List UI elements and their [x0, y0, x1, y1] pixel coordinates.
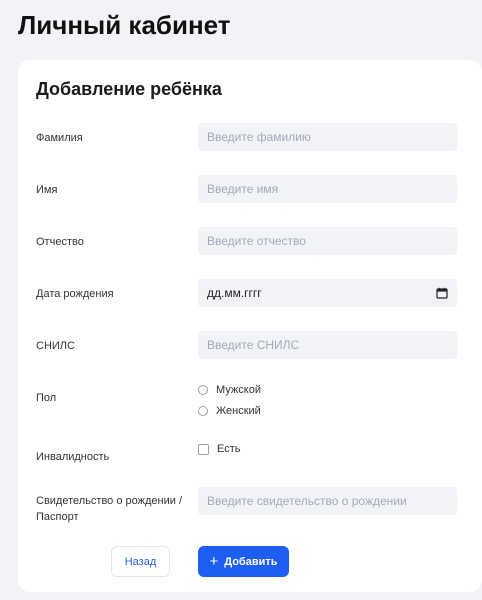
radio-button[interactable] — [198, 385, 208, 395]
back-button[interactable]: Назад — [111, 546, 170, 577]
snils-placeholder: Введите СНИЛС — [207, 338, 300, 352]
add-button[interactable]: + Добавить — [198, 546, 289, 577]
form-title: Добавление ребёнка — [36, 79, 222, 99]
gender-male-label: Мужской — [216, 384, 261, 396]
surname-placeholder: Введите фамилию — [207, 130, 311, 144]
gender-male-option[interactable]: Мужской — [198, 384, 261, 396]
surname-input[interactable]: Введите фамилию — [198, 123, 457, 151]
add-button-label: Добавить — [224, 555, 278, 568]
page-title: Личный кабинет — [18, 10, 231, 40]
surname-label: Фамилия — [36, 132, 83, 144]
calendar-icon[interactable] — [436, 287, 448, 299]
disability-option-label: Есть — [217, 443, 241, 455]
document-placeholder: Введите свидетельство о рождении — [207, 494, 407, 508]
birthdate-input[interactable]: дд.мм.гггг — [198, 279, 457, 307]
name-label: Имя — [36, 184, 58, 196]
snils-input[interactable]: Введите СНИЛС — [198, 331, 457, 359]
name-input[interactable]: Введите имя — [198, 175, 457, 203]
patronymic-label: Отчество — [36, 236, 84, 248]
birthdate-value: дд.мм.гггг — [207, 286, 262, 300]
back-button-label: Назад — [124, 555, 157, 568]
plus-icon: + — [209, 553, 219, 570]
disability-label: Инвалидность — [36, 451, 110, 463]
patronymic-placeholder: Введите отчество — [207, 234, 306, 248]
gender-female-option[interactable]: Женский — [198, 405, 261, 417]
patronymic-input[interactable]: Введите отчество — [198, 227, 457, 255]
gender-label: Пол — [36, 392, 57, 404]
name-placeholder: Введите имя — [207, 182, 279, 196]
gender-female-label: Женский — [216, 405, 261, 417]
document-label: Свидетельство о рождении / Паспорт — [36, 495, 183, 523]
radio-button[interactable] — [198, 406, 208, 416]
disability-checkbox[interactable] — [198, 443, 209, 455]
snils-label: СНИЛС — [36, 340, 75, 352]
document-input[interactable]: Введите свидетельство о рождении — [198, 487, 457, 515]
birthdate-label: Дата рождения — [36, 288, 114, 300]
disability-option[interactable]: Есть — [198, 443, 240, 455]
add-child-card: Добавление ребёнка Фамилия Введите фамил… — [18, 60, 482, 592]
